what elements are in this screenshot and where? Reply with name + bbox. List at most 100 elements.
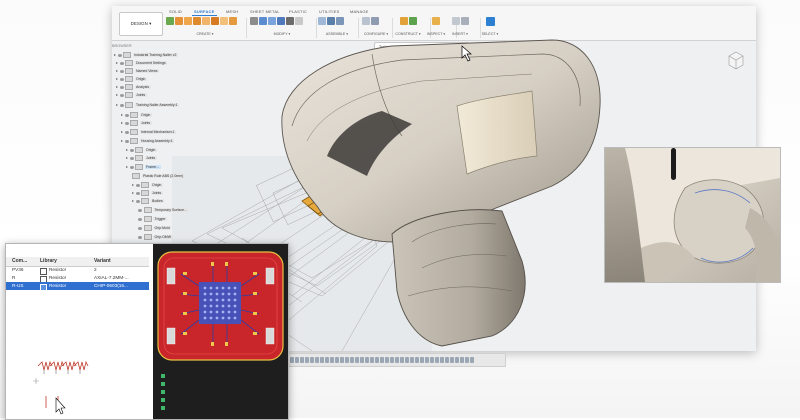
tree-item-named-views[interactable]: Named Views (116, 68, 160, 74)
expand-arrow-icon[interactable] (126, 149, 128, 151)
timeline-feature-icon[interactable] (315, 357, 319, 363)
timeline-feature-icon[interactable] (460, 357, 464, 363)
tree-item-analysis[interactable]: Analysis (116, 84, 151, 90)
tree-item-body[interactable]: Temporary Surface... (138, 207, 189, 213)
timeline-feature-icon[interactable] (385, 357, 389, 363)
tree-item-assembly[interactable]: Training Nailer Assembly:1 (116, 102, 179, 108)
eye-icon[interactable] (119, 77, 124, 81)
timeline-feature-icon[interactable] (340, 357, 344, 363)
timeline-feature-icon[interactable] (410, 357, 414, 363)
tree-item-bodies[interactable]: Bodies (132, 198, 165, 204)
tree-item-origin[interactable]: Origin (116, 76, 147, 82)
timeline-feature-icon[interactable] (380, 357, 384, 363)
timeline-feature-icon[interactable] (470, 357, 474, 363)
timeline-feature-icon[interactable] (455, 357, 459, 363)
expand-arrow-icon[interactable] (116, 78, 118, 80)
expand-arrow-icon[interactable] (116, 70, 118, 72)
timeline-feature-icon[interactable] (290, 357, 294, 363)
viewcube-icon[interactable] (728, 51, 744, 71)
column-header-library[interactable]: Library (40, 258, 57, 264)
eye-icon[interactable] (138, 226, 142, 230)
expand-arrow-icon[interactable] (126, 166, 128, 168)
expand-arrow-icon[interactable] (121, 114, 123, 116)
timeline-feature-icon[interactable] (325, 357, 329, 363)
eye-icon[interactable] (119, 69, 124, 73)
timeline-feature-icon[interactable] (375, 357, 379, 363)
timeline-feature-icon[interactable] (305, 357, 309, 363)
timeline-feature-icon[interactable] (345, 357, 349, 363)
expand-arrow-icon[interactable] (121, 122, 123, 124)
tree-item-body[interactable]: Grip:Mold (138, 225, 172, 231)
timeline-feature-icon[interactable] (420, 357, 424, 363)
timeline-feature-icon[interactable] (355, 357, 359, 363)
timeline-feature-icon[interactable] (390, 357, 394, 363)
pcb-layout-canvas[interactable] (153, 244, 288, 419)
tree-item-origin[interactable]: Origin (121, 112, 152, 118)
expand-arrow-icon[interactable] (116, 62, 118, 64)
eye-icon[interactable] (129, 165, 134, 169)
timeline-feature-icon[interactable] (430, 357, 434, 363)
table-row-selected[interactable]: R-US Resistor CHIP-0603(16... (6, 282, 149, 291)
expand-arrow-icon[interactable] (132, 200, 134, 202)
timeline-feature-icon[interactable] (395, 357, 399, 363)
table-row[interactable]: PV36 Resistor 2 (6, 266, 149, 275)
eye-icon[interactable] (119, 103, 124, 107)
tree-item-joints[interactable]: Joints (132, 190, 163, 196)
timeline-feature-icon[interactable] (425, 357, 429, 363)
eye-icon[interactable] (138, 208, 142, 212)
eye-icon[interactable] (135, 191, 140, 195)
timeline-feature-icon[interactable] (435, 357, 439, 363)
timeline-feature-icon[interactable] (300, 357, 304, 363)
tree-item-internal-mechanism[interactable]: Internal Mechanism:1 (121, 129, 176, 135)
tree-item-origin[interactable]: Origin (132, 182, 163, 188)
timeline-feature-icon[interactable] (415, 357, 419, 363)
eye-icon[interactable] (138, 235, 142, 239)
eye-icon[interactable] (135, 199, 140, 203)
timeline-feature-icon[interactable] (350, 357, 354, 363)
timeline-feature-icon[interactable] (450, 357, 454, 363)
eye-icon[interactable] (117, 53, 122, 57)
tree-root[interactable]: Industrial Training Nailer v2 (114, 52, 178, 58)
tree-item-body[interactable]: Grip:OMW (138, 234, 173, 240)
timeline-feature-icon[interactable] (360, 357, 364, 363)
eye-icon[interactable] (124, 121, 129, 125)
table-row[interactable]: R Resistor AXIAL-7.2MM-... (6, 274, 149, 283)
tree-item-document-settings[interactable]: Document Settings (116, 60, 168, 66)
tree-item-joints[interactable]: Joints (126, 155, 157, 161)
eye-icon[interactable] (138, 217, 142, 221)
tree-item-frame[interactable]: Frame... (126, 164, 161, 170)
expand-arrow-icon[interactable] (121, 140, 123, 142)
timeline-feature-icon[interactable] (335, 357, 339, 363)
eye-icon[interactable] (119, 85, 124, 89)
timeline-feature-icon[interactable] (330, 357, 334, 363)
eye-icon[interactable] (119, 61, 124, 65)
timeline-feature-icon[interactable] (310, 357, 314, 363)
expand-arrow-icon[interactable] (114, 54, 116, 56)
timeline-feature-icon[interactable] (295, 357, 299, 363)
tree-item-material[interactable]: Plastic Rule ABS (2.0mm) (132, 173, 185, 179)
tree-item-joints[interactable]: Joints (121, 120, 152, 126)
expand-arrow-icon[interactable] (132, 184, 134, 186)
timeline-feature-icon[interactable] (365, 357, 369, 363)
tree-item-joints[interactable]: Joints (116, 92, 147, 98)
eye-icon[interactable] (135, 183, 140, 187)
eye-icon[interactable] (124, 130, 129, 134)
tree-item-body[interactable]: Trigger (138, 216, 167, 222)
timeline-feature-icon[interactable] (465, 357, 469, 363)
expand-arrow-icon[interactable] (121, 131, 123, 133)
expand-arrow-icon[interactable] (132, 192, 134, 194)
column-header-component[interactable]: Com... (12, 258, 27, 264)
timeline-feature-icon[interactable] (440, 357, 444, 363)
timeline-feature-icon[interactable] (400, 357, 404, 363)
eye-icon[interactable] (124, 139, 129, 143)
expand-arrow-icon[interactable] (126, 157, 128, 159)
column-header-variant[interactable]: Variant (94, 258, 111, 264)
timeline-feature-icon[interactable] (405, 357, 409, 363)
timeline-feature-icon[interactable] (370, 357, 374, 363)
eye-icon[interactable] (129, 148, 134, 152)
timeline-feature-icon[interactable] (320, 357, 324, 363)
expand-arrow-icon[interactable] (116, 104, 118, 106)
eye-icon[interactable] (129, 156, 134, 160)
tree-item-origin[interactable]: Origin (126, 147, 157, 153)
eye-icon[interactable] (119, 93, 124, 97)
